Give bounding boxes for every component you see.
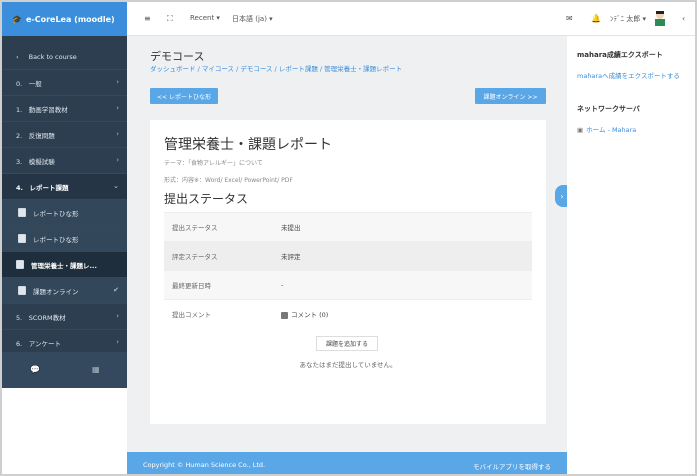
sidebar-back-to-course[interactable]: ‹ Back to course [2, 44, 127, 70]
fullscreen-icon[interactable]: ⛶ [167, 14, 173, 24]
chevron-right-icon: › [116, 78, 119, 86]
server-icon: ▣ [577, 126, 584, 134]
sidebar-item-video[interactable]: 1. 動画学習教材 › [2, 96, 127, 122]
chevron-right-icon: › [116, 312, 119, 320]
chevron-right-icon: › [116, 104, 119, 112]
chat-icon[interactable]: 💬 [30, 365, 40, 374]
document-icon [18, 234, 26, 243]
messages-icon[interactable]: ✉ [566, 14, 573, 23]
site-title: e-CoreLea (moodle) [25, 14, 115, 24]
assignment-icon [18, 286, 26, 295]
sidebar-item-template-2[interactable]: レポートひな形 [2, 226, 127, 252]
language-menu[interactable]: 日本語 (ja) ▾ [232, 14, 273, 24]
course-sidebar: ‹ Back to course 0. 一般 › 1. 動画学習教材 › 2. … [2, 36, 127, 388]
chevron-down-icon: ⌄ [113, 182, 119, 190]
assignment-icon [16, 260, 24, 269]
mobile-app-link[interactable]: モバイルアプリを取得する [473, 461, 551, 471]
chevron-right-icon: › [116, 338, 119, 346]
page-footer: Copyright © Human Science Co., Ltd. モバイル… [127, 452, 567, 474]
sidebar-footer: 💬 ▦ [2, 352, 127, 388]
sidebar-item-online-assignment[interactable]: 課題オンライン ✔ [2, 278, 127, 304]
notification-bell-icon[interactable]: 🔔 [591, 14, 601, 23]
breadcrumb[interactable]: ダッシュボード / マイコース / デモコース / レポート課題 / 管理栄養士… [150, 63, 402, 73]
table-row: 最終更新日時 - [164, 270, 532, 299]
assignment-format: 形式：内容※：Word/ Excel/ PowerPoint/ PDF [164, 177, 293, 184]
assignment-card: 管理栄養士・課題レポート テーマ：「食物アレルギー」について 形式：内容※：Wo… [150, 120, 546, 424]
recent-menu[interactable]: Recent ▾ [190, 14, 220, 22]
mahara-export-link[interactable]: maharaへ成績をエクスポートする [577, 70, 680, 80]
user-avatar[interactable] [653, 10, 667, 26]
table-row: 評定ステータス 未評定 [164, 241, 532, 270]
chevron-right-icon: › [116, 130, 119, 138]
blocks-drawer: mahara成績エクスポート maharaへ成績をエクスポートする ネットワーク… [567, 36, 695, 388]
prev-activity-button[interactable]: << レポートひな形 [150, 88, 218, 104]
sidebar-item-drill[interactable]: 2. 反復問題 › [2, 122, 127, 148]
mahara-export-title: mahara成績エクスポート [577, 51, 663, 59]
chevron-right-icon: › [560, 191, 564, 201]
chevron-left-icon[interactable]: ‹ [682, 14, 685, 23]
site-brand[interactable]: 🎓 e-CoreLea (moodle) [2, 2, 127, 36]
table-row: 提出ステータス 未提出 [164, 212, 532, 241]
calendar-icon[interactable]: ▦ [92, 365, 100, 374]
sidebar-item-current-assignment[interactable]: 管理栄養士・課題レ... [2, 252, 127, 278]
hamburger-menu-icon[interactable]: ≡ [144, 14, 151, 23]
submission-status-heading: 提出ステータス [164, 192, 249, 206]
sidebar-item-template-1[interactable]: レポートひな形 [2, 200, 127, 226]
checkmark-icon: ✔ [113, 286, 119, 294]
chevron-right-icon: › [116, 156, 119, 164]
sidebar-item-report[interactable]: 4. レポート課題 ⌄ [2, 174, 127, 200]
next-activity-button[interactable]: 課題オンライン >> [475, 88, 546, 104]
sidebar-item-general[interactable]: 0. 一般 › [2, 70, 127, 96]
page-title: デモコース [150, 50, 205, 63]
not-submitted-message: あなたはまだ提出していません。 [299, 361, 397, 369]
document-icon [18, 208, 26, 217]
assignment-theme: テーマ：「食物アレルギー」について [164, 160, 263, 167]
assignment-title: 管理栄養士・課題レポート [164, 137, 332, 153]
table-row: 提出コメント コメント (0) [164, 299, 532, 328]
user-menu[interactable]: ﾝﾃﾞﾆ 太郎 ▾ [610, 14, 646, 24]
plus-square-icon [281, 311, 288, 319]
arrow-left-icon: ‹ [16, 52, 19, 61]
sidebar-empty-area [2, 388, 127, 474]
sidebar-item-scorm[interactable]: 5. SCORM教材 › [2, 304, 127, 330]
network-servers-title: ネットワークサーバ [577, 105, 640, 113]
add-submission-button[interactable]: 課題を追加する [316, 336, 378, 351]
mahara-home-link[interactable]: ▣ ホーム - Mahara [577, 124, 636, 134]
drawer-empty-area [567, 388, 695, 474]
comments-toggle[interactable]: コメント (0) [281, 309, 328, 319]
page-header: デモコース [150, 48, 204, 64]
app-window: 🎓 e-CoreLea (moodle) ≡ ⛶ Recent ▾ 日本語 (j… [0, 0, 697, 476]
graduation-cap-icon: 🎓 [12, 14, 22, 24]
sidebar-item-mock-exam[interactable]: 3. 模擬試験 › [2, 148, 127, 174]
top-navbar: 🎓 e-CoreLea (moodle) ≡ ⛶ Recent ▾ 日本語 (j… [2, 2, 695, 36]
copyright-text: Copyright © Human Science Co., Ltd. [143, 461, 266, 469]
